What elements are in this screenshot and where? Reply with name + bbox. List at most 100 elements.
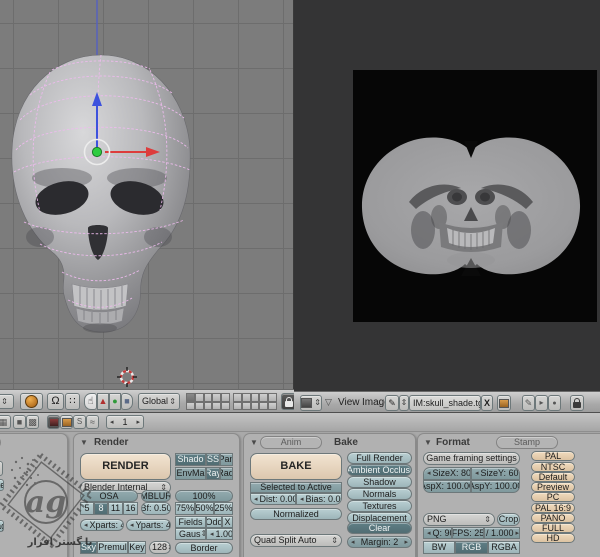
play-button[interactable]: ▸	[535, 395, 548, 411]
render-button[interactable]: RENDER	[80, 453, 171, 480]
preset-preview-button[interactable]: Preview	[531, 482, 575, 492]
render-layers-title[interactable]: ender Layers	[0, 436, 1, 449]
bake-mode-full-render[interactable]: Full Render	[347, 452, 412, 464]
tab-bake-active[interactable]: Bake	[334, 437, 358, 448]
update-lock-button[interactable]	[570, 395, 584, 411]
preset-pal169-button[interactable]: PAL 16:9	[531, 503, 575, 513]
border-toggle[interactable]: Border	[175, 542, 233, 554]
unlink-image-button[interactable]: X	[481, 395, 493, 411]
script-context-icon[interactable]: ■	[13, 415, 26, 429]
manipulator-translate-button[interactable]: ▲	[97, 393, 109, 410]
preset-pc-button[interactable]: PC	[531, 492, 575, 502]
aspy-field[interactable]: AspY: 100.00	[471, 480, 520, 493]
filter-size-stepper[interactable]: ◂1.00▸	[206, 528, 233, 540]
manipulator-rotate-button[interactable]: ●	[109, 393, 121, 410]
no-overwrite-button[interactable]: No Overwrite	[0, 479, 4, 491]
alpha-key-toggle[interactable]: Key	[128, 541, 146, 554]
layer-buttons-group-2[interactable]	[233, 393, 277, 410]
sss-toggle[interactable]: SS	[206, 453, 220, 466]
rgba-toggle[interactable]: RGBA	[488, 541, 520, 554]
osa-toggle[interactable]: OSA	[80, 490, 138, 502]
image-name-field[interactable]: IM:skull_shade.tga	[409, 395, 481, 411]
free-tex-images-button[interactable]: Free Tex Imag	[0, 520, 4, 532]
blur-factor-field[interactable]: Bf: 0.50	[141, 502, 171, 515]
aspx-field[interactable]: AspX: 100.00	[423, 480, 471, 493]
image-browse-dropdown[interactable]: ⇕	[399, 395, 409, 411]
manipulator-hand-button[interactable]: ☝	[84, 393, 97, 410]
clear-toggle[interactable]: Clear	[347, 522, 412, 534]
logic-context-icon[interactable]: ▦	[0, 415, 11, 429]
sizex-stepper[interactable]: ◂SizeX: 800▸	[423, 467, 471, 480]
odd-toggle[interactable]: Odd	[206, 516, 222, 528]
osa-5-button[interactable]: 5	[80, 502, 94, 515]
ray-toggle[interactable]: Ray	[206, 467, 220, 480]
brush-icon[interactable]: ✎	[385, 395, 399, 411]
orientation-dropdown[interactable]: Global ⇕	[138, 393, 180, 410]
fps-base-stepper[interactable]: / 1.000 ▸	[484, 527, 520, 539]
tab-anim[interactable]: Anim	[260, 436, 322, 449]
preset-default-button[interactable]: Default	[531, 472, 575, 482]
draw-type-dropdown[interactable]	[20, 393, 43, 410]
size-100-button[interactable]: 100%	[175, 490, 233, 502]
bake-bias-stepper[interactable]: ◂Bias: 0.00▸	[296, 493, 342, 505]
bake-mode-ambient-occlusion[interactable]: Ambient Occlusi	[347, 464, 412, 476]
mblur-toggle[interactable]: MBLUR	[141, 490, 171, 502]
pack-image-button[interactable]	[497, 395, 511, 411]
game-framing-button[interactable]: Game framing settings	[423, 452, 520, 465]
radio-toggle[interactable]: Radi	[220, 467, 233, 480]
selected-to-active-toggle[interactable]: Selected to Active	[250, 482, 342, 493]
preset-ntsc-button[interactable]: NTSC	[531, 462, 575, 472]
record-button[interactable]: ●	[548, 395, 561, 411]
osa-11-button[interactable]: 11	[108, 502, 123, 515]
anim-subcontext-button[interactable]	[60, 415, 73, 429]
normalized-toggle[interactable]: Normalized	[250, 508, 342, 520]
pano-toggle[interactable]: Pan	[220, 453, 233, 466]
select-mode-icon[interactable]: ∷	[65, 393, 80, 410]
shading-context-icon[interactable]: ▩	[26, 415, 39, 429]
preset-pano-button[interactable]: PANO	[531, 513, 575, 523]
view-menu[interactable]: View	[338, 397, 360, 408]
size-75-button[interactable]: 75%	[175, 502, 195, 515]
mode-dropdown[interactable]: ⇕	[0, 394, 14, 409]
frame-number-stepper[interactable]: ◂ 1 ▸	[106, 415, 144, 429]
tab-format-active[interactable]: Format	[436, 437, 470, 448]
filetype-dropdown[interactable]: PNG ⇕	[423, 513, 495, 526]
envmap-toggle[interactable]: EnvMa	[175, 467, 206, 480]
snap-magnet-icon[interactable]: Ω	[47, 393, 64, 410]
preset-pal-button[interactable]: PAL	[531, 451, 575, 461]
menu-collapse-icon[interactable]: ▽	[325, 397, 332, 408]
tab-stamp[interactable]: Stamp	[496, 436, 558, 449]
panel-collapse-icon[interactable]: ▼	[250, 438, 258, 447]
rgb-toggle[interactable]: RGB	[455, 541, 488, 554]
quad-split-dropdown[interactable]: Quad Split Auto ⇕	[250, 534, 342, 547]
fps-field[interactable]: FPS: 25	[452, 527, 484, 539]
bake-button[interactable]: BAKE	[250, 453, 342, 480]
filter-dropdown[interactable]: Gaus⇕	[175, 528, 206, 540]
render-subcontext-button[interactable]	[47, 415, 60, 429]
xparts-stepper[interactable]: ◂Xparts: 4▸	[80, 519, 124, 531]
margin-stepper[interactable]: ◂ Margin: 2 ▸	[347, 536, 412, 548]
osa-16-button[interactable]: 16	[123, 502, 138, 515]
octree-dropdown[interactable]: 128⇕	[149, 541, 171, 554]
manipulator-scale-button[interactable]: ■	[121, 393, 133, 410]
alpha-premul-toggle[interactable]: Premul	[97, 541, 128, 554]
sizey-stepper[interactable]: ◂SizeY: 600▸	[471, 467, 520, 480]
layer-name-field[interactable]	[0, 461, 3, 476]
sound-subcontext-button[interactable]: ≈	[86, 415, 99, 429]
crop-toggle[interactable]: Crop	[497, 513, 520, 526]
bake-mode-shadow[interactable]: Shadow	[347, 476, 412, 488]
yparts-stepper[interactable]: ◂Yparts: 4▸	[126, 519, 171, 531]
panel-collapse-icon[interactable]: ▼	[80, 438, 88, 447]
quality-stepper[interactable]: ◂Q: 90▸	[423, 527, 452, 539]
fields-toggle[interactable]: Fields	[175, 516, 206, 528]
preset-hd-button[interactable]: HD	[531, 533, 575, 543]
pen-tool-button[interactable]: ✎	[522, 395, 535, 411]
osa-8-button[interactable]: 8	[94, 502, 108, 515]
panel-collapse-icon[interactable]: ▼	[424, 438, 432, 447]
sequencer-subcontext-button[interactable]: S	[73, 415, 86, 429]
preset-full-button[interactable]: FULL	[531, 523, 575, 533]
size-25-button[interactable]: 25%	[214, 502, 233, 515]
size-50-button[interactable]: 50%	[195, 502, 214, 515]
bw-toggle[interactable]: BW	[423, 541, 455, 554]
shadow-toggle[interactable]: Shado	[175, 453, 206, 466]
